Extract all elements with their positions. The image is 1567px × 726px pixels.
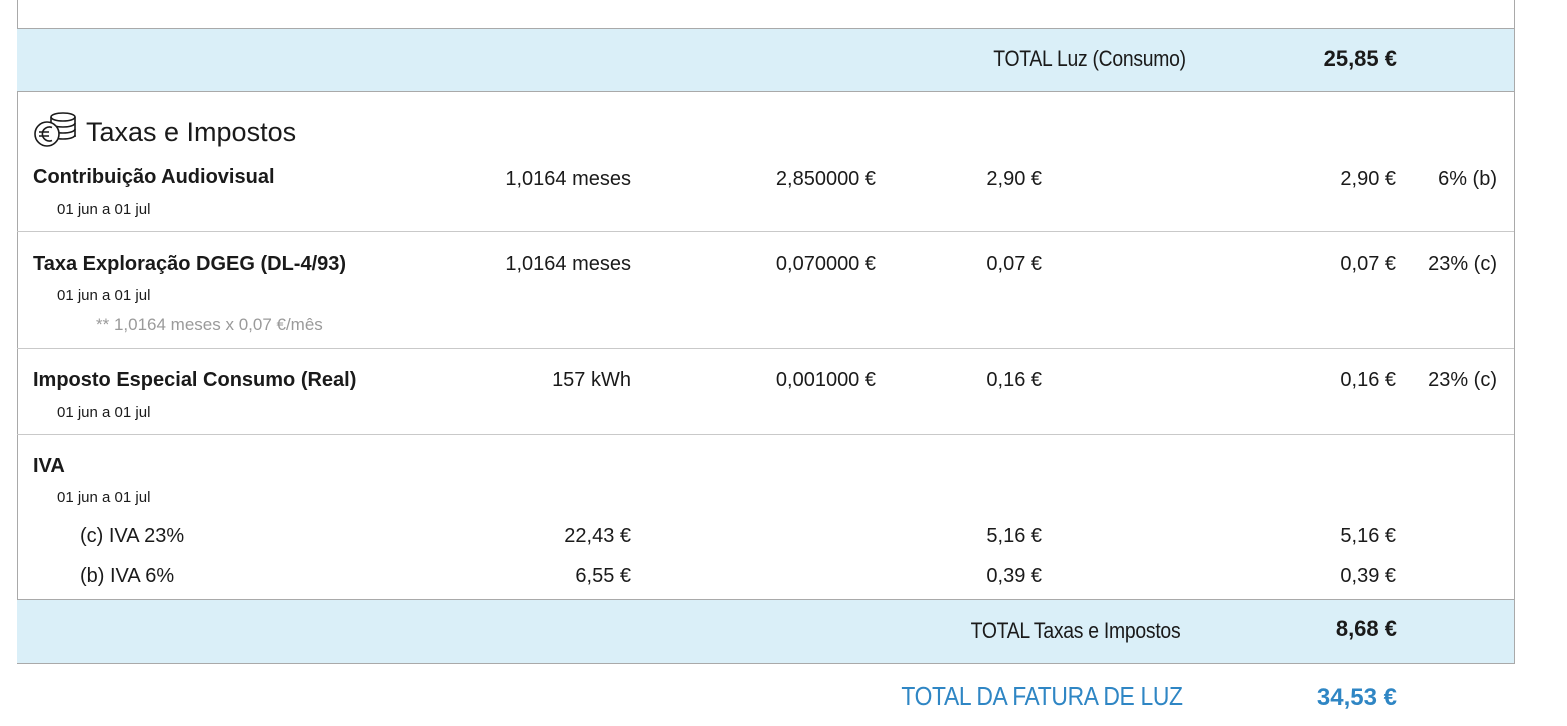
luz-total-label: TOTAL Luz (Consumo) (993, 46, 1186, 71)
taxes-total-band (17, 599, 1514, 664)
row-amount: 2,90 € (986, 168, 1042, 190)
iva-line-amount: 0,39 € (986, 565, 1042, 587)
luz-total-value: 25,85 € (1323, 46, 1397, 71)
section-title: Taxas e Impostos (86, 117, 297, 147)
row-total: 0,07 € (1340, 253, 1396, 275)
row-name: Taxa Exploração DGEG (DL-4/93) (33, 253, 347, 275)
row-vat: 23% (c) (1428, 369, 1497, 391)
iva-name: IVA (33, 455, 65, 477)
row-name: Contribuição Audiovisual (33, 166, 275, 188)
grand-total-value: 34,53 € (1316, 684, 1397, 711)
row-period: 01 jun a 01 jul (57, 404, 151, 421)
taxes-total-value: 8,68 € (1335, 616, 1397, 641)
iva-line-total: 5,16 € (1340, 525, 1396, 547)
row-unit-price: 2,850000 € (775, 168, 876, 190)
euro-coins-icon (34, 112, 76, 147)
row-divider (17, 434, 1514, 435)
row-name: Imposto Especial Consumo (Real) (33, 369, 357, 391)
iva-line-amount: 5,16 € (986, 525, 1042, 547)
luz-total-band (17, 28, 1514, 92)
row-divider (17, 231, 1514, 232)
row-unit-price: 0,001000 € (775, 369, 876, 391)
row-note: ** 1,0164 meses x 0,07 €/mês (96, 315, 323, 334)
row-period: 01 jun a 01 jul (57, 287, 151, 304)
iva-line-label: (b) IVA 6% (80, 565, 175, 587)
row-unit-price: 0,070000 € (775, 253, 876, 275)
iva-line-base: 22,43 € (564, 525, 631, 547)
grand-total-label: TOTAL DA FATURA DE LUZ (901, 681, 1184, 711)
row-qty: 1,0164 meses (505, 253, 631, 275)
iva-line-total: 0,39 € (1340, 565, 1396, 587)
row-vat: 23% (c) (1428, 253, 1497, 275)
iva-line-base: 6,55 € (575, 565, 631, 587)
row-total: 2,90 € (1340, 168, 1396, 190)
row-qty: 157 kWh (552, 369, 631, 391)
row-qty: 1,0164 meses (505, 168, 631, 190)
row-amount: 0,07 € (986, 253, 1042, 275)
taxes-total-label: TOTAL Taxas e Impostos (970, 618, 1180, 643)
iva-line-label: (c) IVA 23% (80, 525, 185, 547)
row-amount: 0,16 € (986, 369, 1042, 391)
row-period: 01 jun a 01 jul (57, 201, 151, 218)
iva-period: 01 jun a 01 jul (57, 489, 151, 506)
row-vat: 6% (b) (1438, 168, 1497, 190)
row-divider (17, 348, 1514, 349)
row-total: 0,16 € (1340, 369, 1396, 391)
